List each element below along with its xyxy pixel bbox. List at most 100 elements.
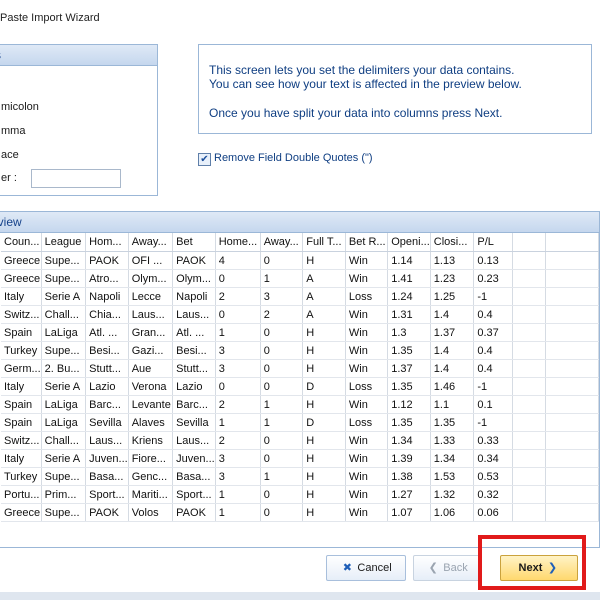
table-cell <box>545 485 599 504</box>
table-cell: Besi... <box>85 341 129 360</box>
table-row: Turkey Supe... Besi... Gazi... Besi... 3 0 H Win… <box>1 341 599 360</box>
table-cell: 1.4 <box>430 359 475 378</box>
table-cell: 1.24 <box>387 287 431 306</box>
column-header[interactable] <box>512 233 547 252</box>
table-cell: 0.13 <box>473 251 514 270</box>
table-cell: 1.3 <box>387 323 431 342</box>
column-header[interactable]: Coun... <box>1 233 42 252</box>
column-header[interactable]: Away... <box>128 233 174 252</box>
column-header[interactable]: P/L <box>473 233 514 252</box>
table-cell: 1.14 <box>387 251 431 270</box>
table-cell: 0.53 <box>473 467 514 486</box>
table-cell: 0.33 <box>473 431 514 450</box>
other-delimiter-input[interactable] <box>31 169 121 188</box>
table-cell: H <box>302 485 346 504</box>
table-cell: Supe... <box>41 467 87 486</box>
next-button-highlight <box>478 535 586 590</box>
comma-option[interactable]: mma <box>1 125 25 137</box>
table-cell: 1 <box>215 485 261 504</box>
semicolon-option[interactable]: micolon <box>1 101 39 113</box>
table-cell: Portu... <box>1 485 42 504</box>
column-header[interactable]: Bet R... <box>345 233 389 252</box>
table-cell: Win <box>345 503 389 522</box>
table-cell: Gazi... <box>128 341 174 360</box>
table-cell: 0 <box>260 449 304 468</box>
table-cell: 1.41 <box>387 269 431 288</box>
table-cell: Chia... <box>85 305 129 324</box>
table-cell: 0.34 <box>473 449 514 468</box>
cancel-label: Cancel <box>357 562 392 574</box>
table-cell: 1 <box>260 269 304 288</box>
table-cell <box>545 467 599 486</box>
table-cell: 4 <box>215 251 261 270</box>
table-row: Italy Serie A Juven... Fiore... Juven... 3 0 H W… <box>1 449 599 468</box>
table-cell: Napoli <box>85 287 129 306</box>
x-icon: ✖ <box>342 562 352 574</box>
table-cell <box>512 377 547 396</box>
table-cell: 2. Bu... <box>41 359 87 378</box>
table-cell: Win <box>345 449 389 468</box>
column-header[interactable]: League <box>41 233 87 252</box>
table-cell: 1.37 <box>430 323 475 342</box>
table-cell <box>545 341 599 360</box>
column-header[interactable]: Hom... <box>85 233 129 252</box>
table-cell: Greece <box>1 269 42 288</box>
table-cell: Chall... <box>41 305 87 324</box>
table-cell: H <box>302 431 346 450</box>
table-cell <box>512 269 547 288</box>
table-cell: 0.23 <box>473 269 514 288</box>
table-cell: 1 <box>260 395 304 414</box>
table-cell: 0 <box>260 359 304 378</box>
table-cell: 1.35 <box>387 341 431 360</box>
table-cell: 0 <box>260 431 304 450</box>
column-header[interactable]: Home... <box>215 233 261 252</box>
preview-grid[interactable]: Coun... League Hom... Away... Bet Home... Away… <box>1 233 599 545</box>
column-header[interactable]: Closi... <box>430 233 475 252</box>
table-cell: 3 <box>215 467 261 486</box>
table-cell: 2 <box>260 305 304 324</box>
table-cell: 0 <box>260 485 304 504</box>
table-cell: 1.35 <box>387 377 431 396</box>
cancel-button[interactable]: ✖ Cancel <box>326 555 406 581</box>
instructions-line-1: This screen lets you set the delimiters … <box>209 63 515 77</box>
table-cell: 1.27 <box>387 485 431 504</box>
table-row: Switz... Chall... Chia... Laus... Laus... 0 2 A… <box>1 305 599 324</box>
table-cell: 0 <box>215 269 261 288</box>
table-cell: H <box>302 359 346 378</box>
table-cell: 1.34 <box>387 431 431 450</box>
table-cell: Barc... <box>85 395 129 414</box>
table-cell: 1.39 <box>387 449 431 468</box>
preview-group: eview Coun...LeagueHom...Away...BetHome.… <box>0 211 600 548</box>
table-cell: Laus... <box>128 305 174 324</box>
column-header[interactable]: Away... <box>260 233 304 252</box>
table-cell: Fiore... <box>128 449 174 468</box>
table-cell: 0 <box>215 377 261 396</box>
table-cell: 0.1 <box>473 395 514 414</box>
table-cell <box>512 323 547 342</box>
table-cell <box>512 341 547 360</box>
other-delimiter-label: er : <box>1 172 17 184</box>
background-strip <box>0 592 600 600</box>
table-cell: Spain <box>1 395 42 414</box>
column-header[interactable]: Full T... <box>302 233 346 252</box>
space-option[interactable]: ace <box>1 149 19 161</box>
table-cell <box>545 431 599 450</box>
table-cell: Atl. ... <box>172 323 216 342</box>
table-cell: Supe... <box>41 503 87 522</box>
table-cell: LaLiga <box>41 395 87 414</box>
table-cell: OFI ... <box>128 251 174 270</box>
column-header[interactable] <box>545 233 599 252</box>
table-cell: 3 <box>215 341 261 360</box>
table-cell: Sport... <box>172 485 216 504</box>
table-cell <box>545 269 599 288</box>
table-cell: LaLiga <box>41 413 87 432</box>
column-header[interactable]: Bet <box>172 233 216 252</box>
back-button[interactable]: ❮ Back <box>413 555 481 581</box>
table-cell <box>512 251 547 270</box>
table-cell: PAOK <box>85 251 129 270</box>
table-cell: 0.4 <box>473 359 514 378</box>
table-cell: Greece <box>1 251 42 270</box>
column-header[interactable]: Openi... <box>387 233 431 252</box>
table-cell: Loss <box>345 413 389 432</box>
remove-quotes-checkbox[interactable]: ✔ <box>198 153 211 166</box>
